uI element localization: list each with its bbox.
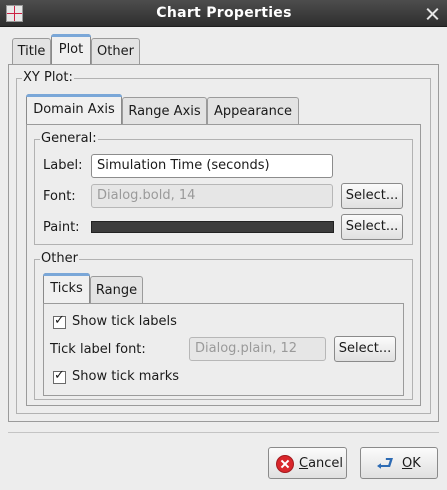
- paint-swatch: [91, 221, 334, 233]
- other-legend: Other: [40, 251, 79, 267]
- show-tick-marks-checkbox[interactable]: [53, 368, 66, 384]
- return-arrow-icon: ⮐: [376, 451, 394, 475]
- show-tick-labels-checkbox[interactable]: [53, 313, 66, 329]
- general-legend: General:: [40, 131, 98, 147]
- ok-label: OK: [402, 456, 421, 471]
- tab-ticks[interactable]: Ticks: [43, 273, 90, 304]
- app-icon: [6, 5, 23, 22]
- tab-range[interactable]: Range: [90, 276, 143, 304]
- tab-appearance[interactable]: Appearance: [207, 97, 299, 125]
- font-select-button[interactable]: Select...: [341, 183, 403, 209]
- cancel-label: Cancel: [299, 456, 344, 471]
- label-caption: Label:: [43, 158, 83, 173]
- ok-button[interactable]: ⮐ OK: [360, 447, 438, 479]
- paint-caption: Paint:: [43, 220, 80, 235]
- paint-select-button[interactable]: Select...: [341, 214, 403, 240]
- xy-plot-legend: XY Plot:: [22, 70, 74, 86]
- label-field[interactable]: Simulation Time (seconds): [91, 154, 333, 178]
- tick-label-font-field: Dialog.plain, 12: [189, 337, 326, 361]
- window-title: Chart Properties: [156, 5, 292, 21]
- close-icon[interactable]: [424, 5, 441, 22]
- tab-title[interactable]: Title: [12, 38, 51, 64]
- font-field: Dialog.bold, 14: [91, 184, 333, 208]
- cancel-button[interactable]: Cancel: [268, 447, 347, 479]
- font-caption: Font:: [43, 189, 76, 204]
- tab-other[interactable]: Other: [91, 38, 140, 64]
- cancel-icon: [276, 455, 294, 473]
- show-tick-labels-label[interactable]: Show tick labels: [72, 314, 177, 330]
- separator: [8, 432, 439, 433]
- tab-plot[interactable]: Plot: [51, 34, 91, 65]
- tab-domain-axis[interactable]: Domain Axis: [26, 94, 122, 125]
- tick-label-font-caption: Tick label font:: [50, 342, 146, 357]
- tick-font-select-button[interactable]: Select...: [334, 336, 396, 362]
- tab-range-axis[interactable]: Range Axis: [122, 97, 207, 125]
- title-bar[interactable]: Chart Properties: [0, 0, 447, 27]
- show-tick-marks-label[interactable]: Show tick marks: [72, 369, 179, 385]
